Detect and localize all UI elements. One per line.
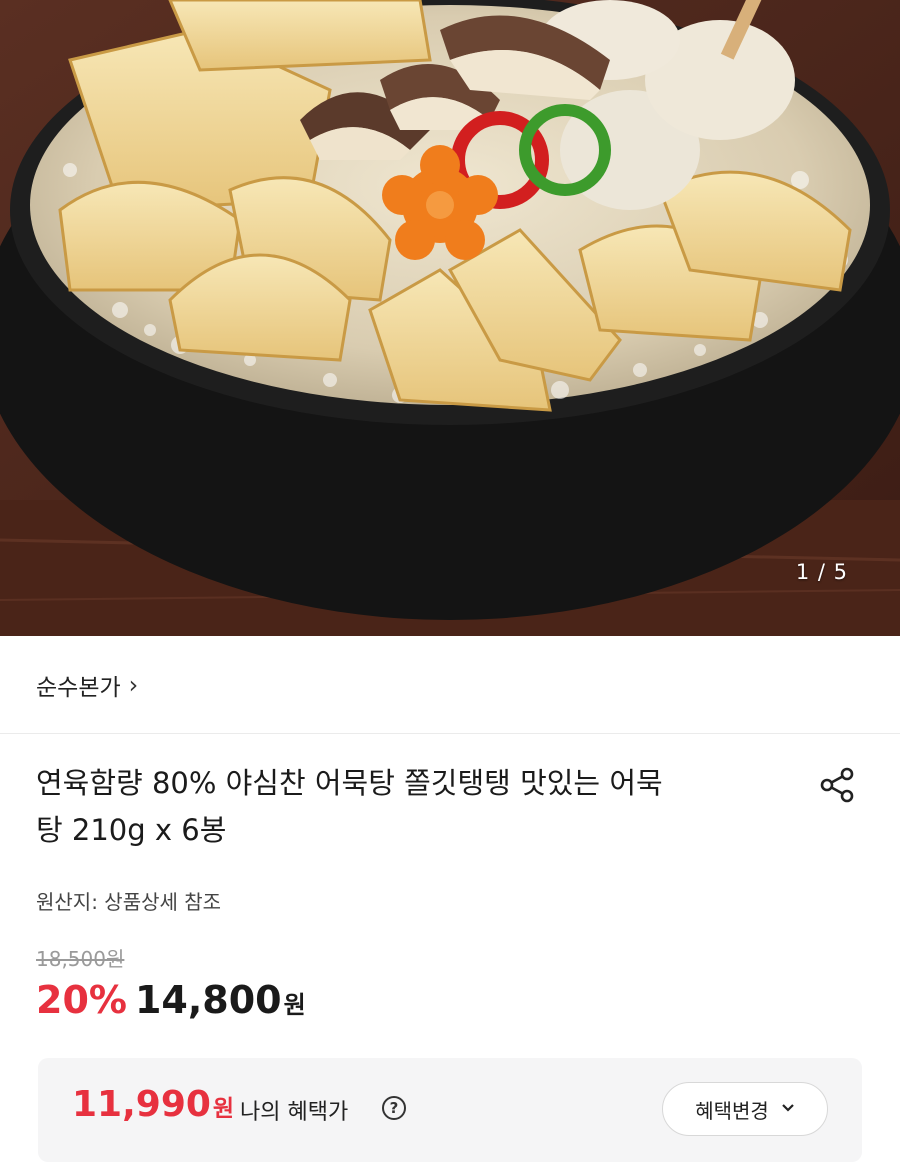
carousel-page-counter: 1 / 5 xyxy=(795,560,848,584)
benefit-amount: 11,990 xyxy=(72,1084,211,1125)
product-detail-page: 1 / 5 순수본가 › 연육함량 80% 야심찬 어묵탕 쫄깃탱탱 맛있는 어… xyxy=(0,0,900,1170)
product-image-carousel[interactable]: 1 / 5 xyxy=(0,0,900,636)
benefit-unit: 원 xyxy=(212,1096,235,1122)
original-price: 18,500원 xyxy=(36,947,125,971)
share-button[interactable] xyxy=(812,762,862,808)
price-row: 20% 14,800 원 xyxy=(36,978,306,1022)
product-title: 연육함량 80% 야심찬 어묵탕 쫄깃탱탱 맛있는 어묵 탕 210g x 6봉 xyxy=(36,760,796,854)
seller-name: 순수본가 xyxy=(36,674,121,701)
change-benefit-label: 혜택변경 xyxy=(695,1098,769,1123)
product-title-line1: 연육함량 80% 야심찬 어묵탕 쫄깃탱탱 맛있는 어묵 xyxy=(36,766,663,800)
seller-link[interactable]: 순수본가 › xyxy=(0,636,900,734)
benefit-label: 나의 혜택가 xyxy=(240,1100,349,1125)
product-title-line2: 탕 210g x 6봉 xyxy=(36,813,227,847)
origin-info: 원산지: 상품상세 참조 xyxy=(36,890,222,914)
product-photo xyxy=(0,0,900,636)
share-icon xyxy=(820,767,854,803)
change-benefit-button[interactable]: 혜택변경 xyxy=(662,1082,828,1136)
sale-price: 14,800 xyxy=(134,978,282,1022)
discount-rate: 20% xyxy=(36,978,127,1022)
benefit-price: 11,990 원 xyxy=(72,1084,234,1125)
chevron-right-icon: › xyxy=(128,670,139,699)
sale-price-unit: 원 xyxy=(283,991,306,1019)
benefit-price-box: 11,990 원 나의 혜택가 ? 혜택변경 xyxy=(38,1058,862,1162)
question-circle-icon[interactable]: ? xyxy=(382,1096,406,1120)
chevron-down-icon xyxy=(781,1101,795,1117)
